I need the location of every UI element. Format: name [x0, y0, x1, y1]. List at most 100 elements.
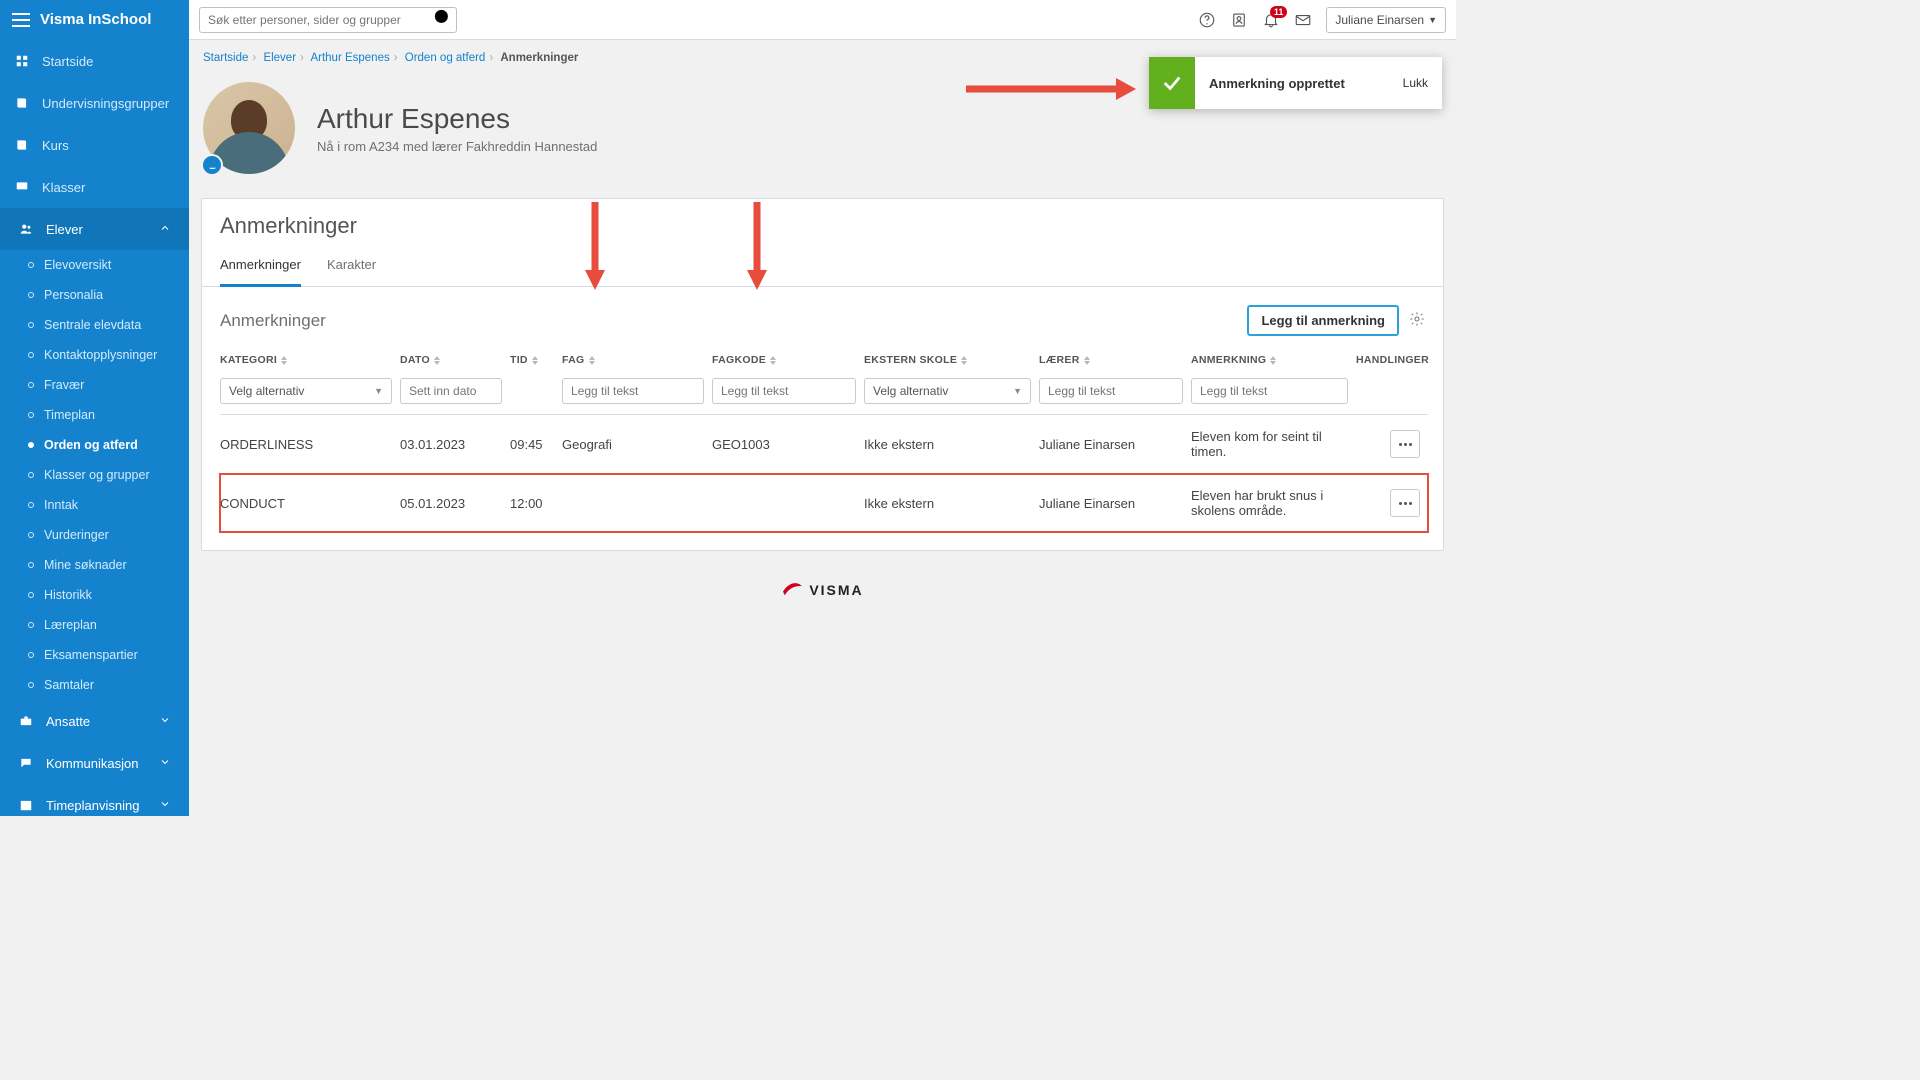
- sort-icon: [281, 356, 287, 365]
- sidebar-sub-samtaler[interactable]: Samtaler: [0, 670, 189, 700]
- sidebar-sub-orden-og-atferd[interactable]: Orden og atferd: [0, 430, 189, 460]
- filter-dato[interactable]: [400, 378, 502, 404]
- sidebar-sub-kontaktopplysninger[interactable]: Kontaktopplysninger: [0, 340, 189, 370]
- sidebar-section-timeplanvisning[interactable]: Timeplanvisning: [0, 784, 189, 816]
- tab-anmerkninger[interactable]: Anmerkninger: [220, 247, 301, 287]
- filter-laerer[interactable]: [1039, 378, 1183, 404]
- chevron-down-icon: [159, 714, 171, 729]
- search-input[interactable]: [200, 13, 430, 27]
- sidebar-section-ansatte[interactable]: Ansatte: [0, 700, 189, 742]
- col-fag[interactable]: FAG: [562, 346, 712, 374]
- top-actions: 11 Juliane Einarsen ▼: [1198, 0, 1456, 39]
- add-remark-button[interactable]: Legg til anmerkning: [1247, 305, 1399, 336]
- avatar-wrap: [203, 82, 295, 174]
- briefcase-icon: [18, 714, 34, 728]
- toast-close[interactable]: Lukk: [1389, 76, 1442, 90]
- sidebar-item-kurs[interactable]: Kurs: [0, 124, 189, 166]
- filter-fag[interactable]: [562, 378, 704, 404]
- main-scroll[interactable]: Startside› Elever› Arthur Espenes› Orden…: [189, 40, 1456, 816]
- sidebar-sub-label: Sentrale elevdata: [44, 318, 141, 332]
- menu-toggle-icon[interactable]: [12, 13, 30, 27]
- topbar: Visma InSchool 11 Juliane Einarsen ▼: [0, 0, 1456, 40]
- sidebar-sub-label: Kontaktopplysninger: [44, 348, 157, 362]
- filter-kategori[interactable]: Velg alternativ▼: [220, 378, 392, 404]
- row-actions-button[interactable]: [1390, 430, 1420, 458]
- bullet-icon: [28, 412, 34, 418]
- sidebar-sub-label: Timeplan: [44, 408, 95, 422]
- tab-karakter[interactable]: Karakter: [327, 247, 376, 287]
- breadcrumb-link[interactable]: Startside: [203, 52, 248, 64]
- users-icon: [18, 222, 34, 236]
- chevron-down-icon: [159, 798, 171, 813]
- panel-anmerkninger: Anmerkninger Anmerkninger Karakter Anmer…: [201, 198, 1444, 551]
- sidebar-sub-label: Personalia: [44, 288, 103, 302]
- breadcrumb-link[interactable]: Arthur Espenes: [310, 52, 389, 64]
- annotation-arrow-fagkode: [746, 202, 768, 290]
- col-anmerkning[interactable]: ANMERKNING: [1191, 346, 1356, 374]
- breadcrumb-link[interactable]: Orden og atferd: [405, 52, 486, 64]
- bullet-icon: [28, 502, 34, 508]
- breadcrumb-link[interactable]: Elever: [263, 52, 296, 64]
- filter-fagkode[interactable]: [712, 378, 856, 404]
- filter-ekstern[interactable]: Velg alternativ▼: [864, 378, 1031, 404]
- global-search[interactable]: [199, 7, 457, 33]
- col-ekstern[interactable]: EKSTERN SKOLE: [864, 346, 1039, 374]
- sidebar-item-startside[interactable]: Startside: [0, 40, 189, 82]
- bullet-icon: [28, 292, 34, 298]
- cell-tid: 12:00: [510, 474, 562, 533]
- sidebar-section-elever[interactable]: Elever: [0, 208, 189, 250]
- cell-ekstern: Ikke ekstern: [864, 474, 1039, 533]
- annotation-arrow-fag: [584, 202, 606, 290]
- bullet-icon: [28, 382, 34, 388]
- search-icon[interactable]: [430, 5, 456, 34]
- sidebar-sub-klasser-og-grupper[interactable]: Klasser og grupper: [0, 460, 189, 490]
- gear-icon[interactable]: [1409, 311, 1425, 330]
- table-header-row: KATEGORI DATO TID FAG FAGKODE EKSTERN SK…: [220, 346, 1428, 374]
- sidebar-sub-historikk[interactable]: Historikk: [0, 580, 189, 610]
- col-tid[interactable]: TID: [510, 346, 562, 374]
- row-actions-button[interactable]: [1390, 489, 1420, 517]
- cell-ekstern: Ikke ekstern: [864, 415, 1039, 474]
- col-dato[interactable]: DATO: [400, 346, 510, 374]
- sidebar-sub-fravaer[interactable]: Fravær: [0, 370, 189, 400]
- sidebar-sub-personalia[interactable]: Personalia: [0, 280, 189, 310]
- chat-icon: [18, 756, 34, 770]
- notification-badge: 11: [1270, 6, 1288, 18]
- col-laerer[interactable]: LÆRER: [1039, 346, 1191, 374]
- help-icon[interactable]: [1198, 11, 1216, 29]
- bell-icon[interactable]: 11: [1262, 11, 1280, 29]
- brand: Visma InSchool: [0, 0, 189, 40]
- mail-icon[interactable]: [1294, 11, 1312, 29]
- col-fagkode[interactable]: FAGKODE: [712, 346, 864, 374]
- cell-fagkode: [712, 474, 864, 533]
- cell-kategori: CONDUCT: [220, 474, 400, 533]
- cell-anmerkning: Eleven har brukt snus i skolens område.: [1191, 474, 1356, 533]
- sidebar-sub-inntak[interactable]: Inntak: [0, 490, 189, 520]
- sort-icon: [532, 356, 538, 365]
- book-icon: [14, 96, 30, 110]
- sidebar-sub-label: Fravær: [44, 378, 84, 392]
- bullet-icon: [28, 442, 34, 448]
- user-menu[interactable]: Juliane Einarsen ▼: [1326, 7, 1446, 33]
- cell-dato: 03.01.2023: [400, 415, 510, 474]
- sidebar-sub-eksamenspartier[interactable]: Eksamenspartier: [0, 640, 189, 670]
- col-kategori[interactable]: KATEGORI: [220, 346, 400, 374]
- cell-kategori: ORDERLINESS: [220, 415, 400, 474]
- sidebar-sub-mine-soknader[interactable]: Mine søknader: [0, 550, 189, 580]
- sidebar-sub-sentrale-elevdata[interactable]: Sentrale elevdata: [0, 310, 189, 340]
- sidebar-item-undervisningsgrupper[interactable]: Undervisningsgrupper: [0, 82, 189, 124]
- cell-laerer: Juliane Einarsen: [1039, 415, 1191, 474]
- filter-anmerkning[interactable]: [1191, 378, 1348, 404]
- id-card-icon[interactable]: [1230, 11, 1248, 29]
- sidebar-sub-vurderinger[interactable]: Vurderinger: [0, 520, 189, 550]
- sidebar-sub-timeplan[interactable]: Timeplan: [0, 400, 189, 430]
- sidebar-section-kommunikasjon[interactable]: Kommunikasjon: [0, 742, 189, 784]
- sidebar-sub-laereplan[interactable]: Læreplan: [0, 610, 189, 640]
- sidebar-sub-label: Eksamenspartier: [44, 648, 138, 662]
- sort-icon: [589, 356, 595, 365]
- table-filter-row: Velg alternativ▼ Velg alternativ▼: [220, 374, 1428, 415]
- bullet-icon: [28, 682, 34, 688]
- sidebar-item-klasser[interactable]: Klasser: [0, 166, 189, 208]
- sidebar-sub-elevoversikt[interactable]: Elevoversikt: [0, 250, 189, 280]
- sidebar-item-label: Ansatte: [46, 714, 90, 729]
